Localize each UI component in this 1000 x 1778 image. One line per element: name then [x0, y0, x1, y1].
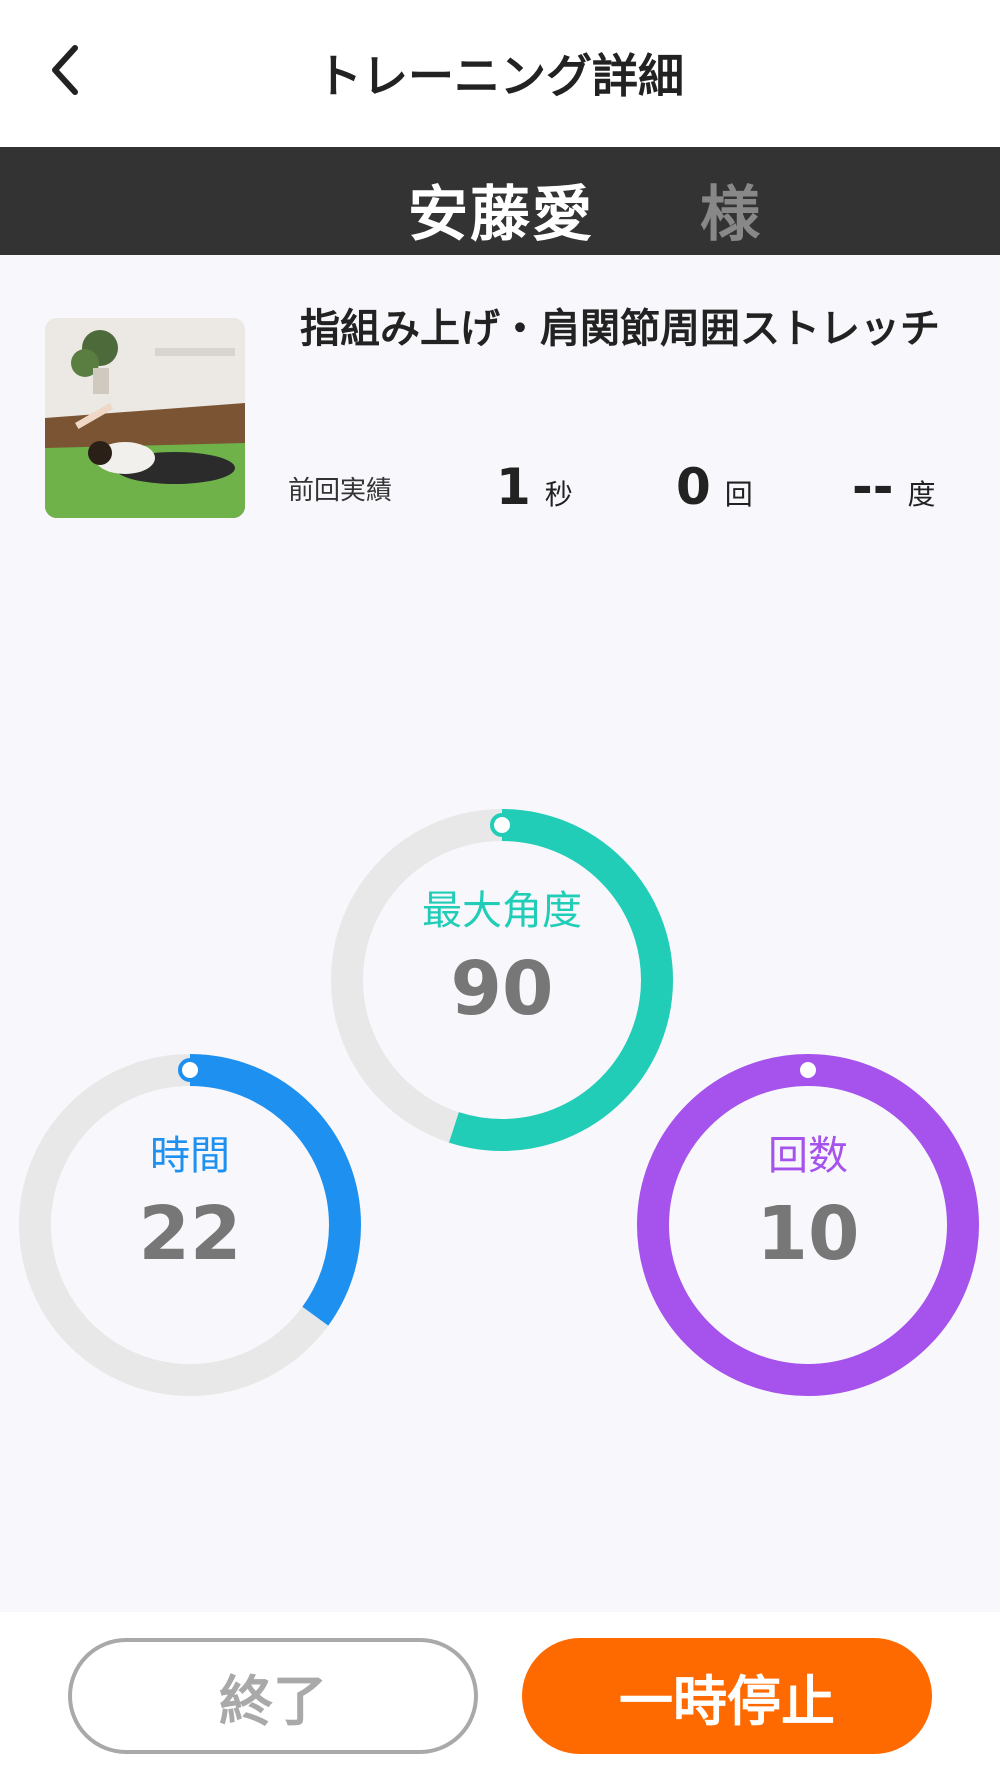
previous-angle-value: -- [852, 458, 894, 516]
patient-name: 安藤愛 [408, 180, 594, 250]
previous-angle-unit: 度 [907, 478, 936, 511]
count-gauge-start-dot [796, 1058, 820, 1082]
previous-angle-stat: -- 度 [852, 458, 936, 516]
exercise-thumbnail [45, 318, 245, 518]
time-label: 時間 [150, 1133, 230, 1179]
previous-count-unit: 回 [724, 478, 753, 511]
count-label: 回数 [768, 1133, 848, 1179]
pause-button[interactable]: 一時停止 [522, 1638, 932, 1754]
count-gauge: 回数 10 [628, 1045, 988, 1405]
header: トレーニング詳細 [0, 0, 1000, 147]
previous-time-stat: 1秒 [496, 458, 573, 516]
max-angle-label: 最大角度 [422, 888, 582, 934]
count-value: 10 [756, 1191, 860, 1277]
time-value: 22 [138, 1191, 242, 1277]
previous-result-label: 前回実績 [288, 476, 393, 506]
angle-gauge-start-dot [490, 813, 514, 837]
previous-time-value: 1 [496, 458, 531, 516]
previous-time-unit: 秒 [544, 478, 573, 511]
time-gauge: 時間 22 [10, 1045, 370, 1405]
exercise-title: 指組み上げ・肩関節周囲ストレッチ [300, 306, 940, 352]
page-title: トレーニング詳細 [316, 49, 684, 103]
previous-count-value: 0 [676, 458, 711, 516]
max-angle-value: 90 [450, 946, 554, 1032]
previous-count-stat: 0回 [676, 458, 753, 516]
patient-honorific: 様 [700, 180, 760, 250]
time-gauge-start-dot [178, 1058, 202, 1082]
end-button[interactable]: 終了 [68, 1638, 478, 1754]
